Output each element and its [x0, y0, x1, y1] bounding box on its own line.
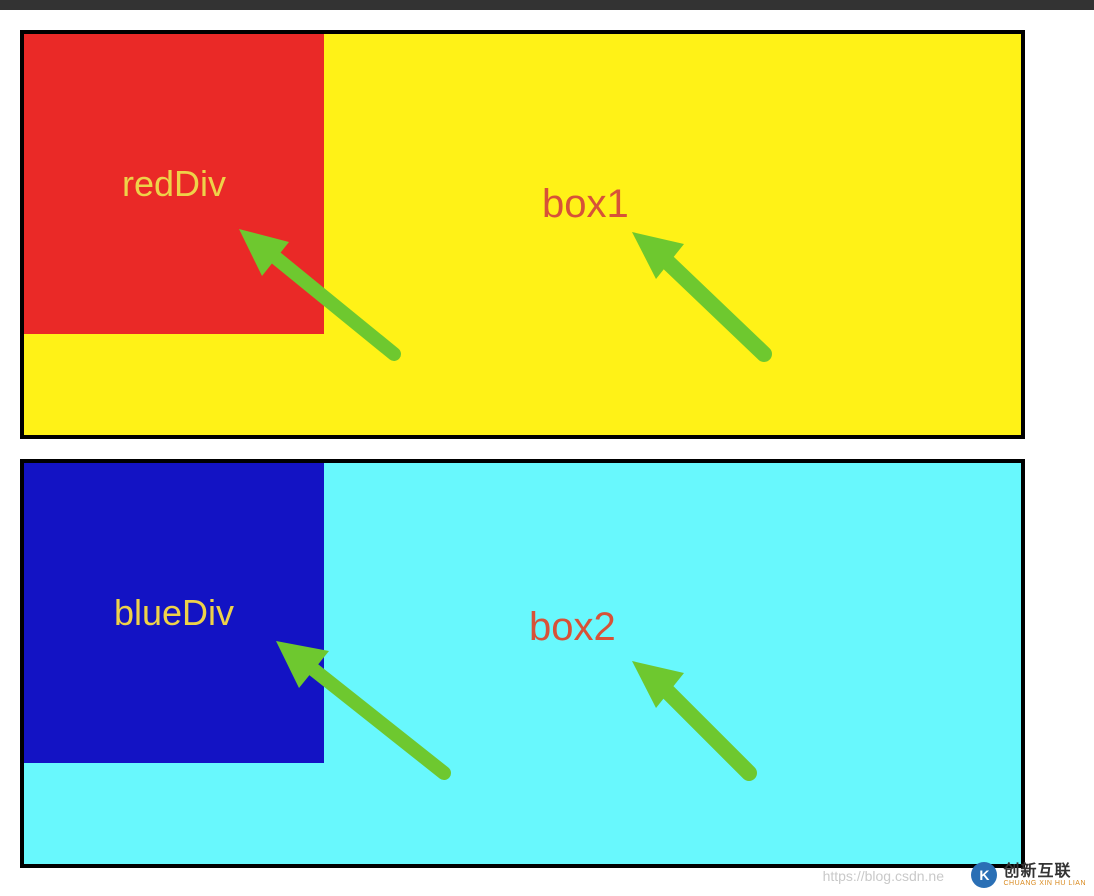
- blue-div-label: blueDiv: [114, 592, 234, 634]
- arrow-to-box2-icon: [614, 643, 814, 813]
- watermark-badge: K 创新互联 CHUANG XIN HU LIAN: [971, 862, 1086, 888]
- box2-label: box2: [529, 605, 616, 650]
- red-div-label: redDiv: [122, 163, 226, 205]
- watermark-url: https://blog.csdn.ne: [823, 868, 944, 884]
- watermark-sub: CHUANG XIN HU LIAN: [1003, 880, 1086, 887]
- watermark-main: 创新互联: [1003, 864, 1086, 880]
- top-bar: [0, 0, 1094, 10]
- box2-container: blueDiv box2: [20, 459, 1025, 868]
- red-div: redDiv: [24, 34, 324, 334]
- watermark-logo-icon: K: [971, 862, 997, 888]
- box1-label: box1: [542, 182, 629, 227]
- watermark-text: 创新互联 CHUANG XIN HU LIAN: [1003, 864, 1086, 887]
- arrow-to-box1-icon: [614, 214, 814, 384]
- blue-div: blueDiv: [24, 463, 324, 763]
- box1-container: redDiv box1: [20, 30, 1025, 439]
